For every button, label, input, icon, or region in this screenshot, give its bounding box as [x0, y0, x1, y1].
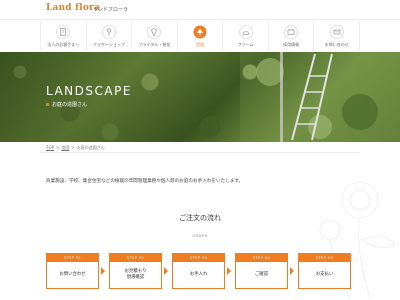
- bouquet-icon: [147, 25, 162, 39]
- main-nav: 法人のお客さまへ フラワーショップ ブライダル・装花 造園 ファーム 採用情報 …: [40, 21, 361, 51]
- step-arrow: [290, 267, 294, 275]
- breadcrumb-separator: >: [71, 145, 75, 150]
- section-subtitle: ORDER: [192, 234, 208, 238]
- hero-banner: LANDSCAPE お庭の造園さん: [0, 52, 400, 142]
- hero-title: LANDSCAPE: [46, 84, 132, 98]
- step-card: STEP 04 ご確認: [235, 253, 288, 289]
- farm-icon: [238, 25, 253, 39]
- nav-label: フラワーショップ: [92, 42, 125, 47]
- order-steps: STEP 01 お問い合わせ STEP 02 お見積もり 現場確認 STEP 0…: [46, 253, 354, 289]
- section-title: ご注文の流れ: [179, 214, 221, 222]
- nav-item-contact[interactable]: お問い合わせ: [313, 21, 361, 51]
- site-logo-subtitle: ランドフローラ: [93, 7, 129, 13]
- nav-label: 法人のお客さまへ: [47, 42, 80, 47]
- subtitle-mark: [46, 103, 49, 106]
- breadcrumb-link-landscape[interactable]: 造園: [61, 145, 69, 150]
- step-label: STEP 01: [47, 254, 98, 262]
- step-card: STEP 05 お支払い: [298, 253, 351, 289]
- garden-icon: [193, 25, 207, 39]
- breadcrumb-link-top[interactable]: TOP: [46, 145, 54, 150]
- step-card: STEP 01 お問い合わせ: [46, 253, 99, 289]
- step-card: STEP 03 お手入れ: [172, 253, 225, 289]
- nav-label: 造園: [196, 42, 205, 47]
- step-text: お問い合わせ: [59, 271, 86, 277]
- step-arrow: [227, 267, 231, 275]
- mail-icon: [329, 25, 344, 39]
- nav-label: ブライダル・装花: [138, 42, 171, 47]
- breadcrumb: TOP > 造園 > お庭の造園さん: [46, 145, 105, 151]
- intro-text: 商業施設、学校、集合住宅などの植栽の年間管理業務や個人邸のお庭のお手入れをいたし…: [46, 179, 244, 184]
- step-label: STEP 04: [236, 254, 287, 262]
- step-text: お支払い: [315, 271, 334, 277]
- nav-label: お問い合わせ: [324, 42, 349, 47]
- step-text: お見積もり 現場確認: [124, 268, 147, 280]
- nav-label: 採用情報: [283, 42, 300, 47]
- hero-subtitle-text: お庭の造園さん: [52, 102, 88, 108]
- nav-item-bridal[interactable]: ブライダル・装花: [131, 21, 177, 51]
- nav-item-farm[interactable]: ファーム: [222, 21, 268, 51]
- step-text: ご確認: [254, 271, 269, 277]
- step-text: お手入れ: [189, 271, 208, 277]
- step-label: STEP 05: [299, 254, 350, 262]
- recruit-icon: [284, 25, 298, 39]
- breadcrumb-separator: >: [56, 145, 60, 150]
- flower-icon: [102, 25, 116, 39]
- building-icon: [56, 25, 71, 39]
- step-arrow: [101, 267, 105, 275]
- hero-subtitle: お庭の造園さん: [46, 101, 87, 108]
- nav-item-corporate[interactable]: 法人のお客さまへ: [40, 21, 86, 51]
- step-label: STEP 02: [110, 254, 161, 262]
- step-label: STEP 03: [173, 254, 224, 262]
- step-arrow: [164, 267, 168, 275]
- site-header: Land flora ランドフローラ: [0, 0, 400, 20]
- nav-label: ファーム: [237, 42, 254, 47]
- breadcrumb-current: お庭の造園さん: [76, 145, 105, 150]
- site-logo[interactable]: Land flora: [46, 3, 100, 13]
- nav-item-landscape[interactable]: 造園: [176, 21, 223, 51]
- step-card: STEP 02 お見積もり 現場確認: [109, 253, 162, 289]
- nav-item-recruit[interactable]: 採用情報: [267, 21, 314, 51]
- divider: [40, 152, 360, 153]
- nav-item-flower-shop[interactable]: フラワーショップ: [85, 21, 132, 51]
